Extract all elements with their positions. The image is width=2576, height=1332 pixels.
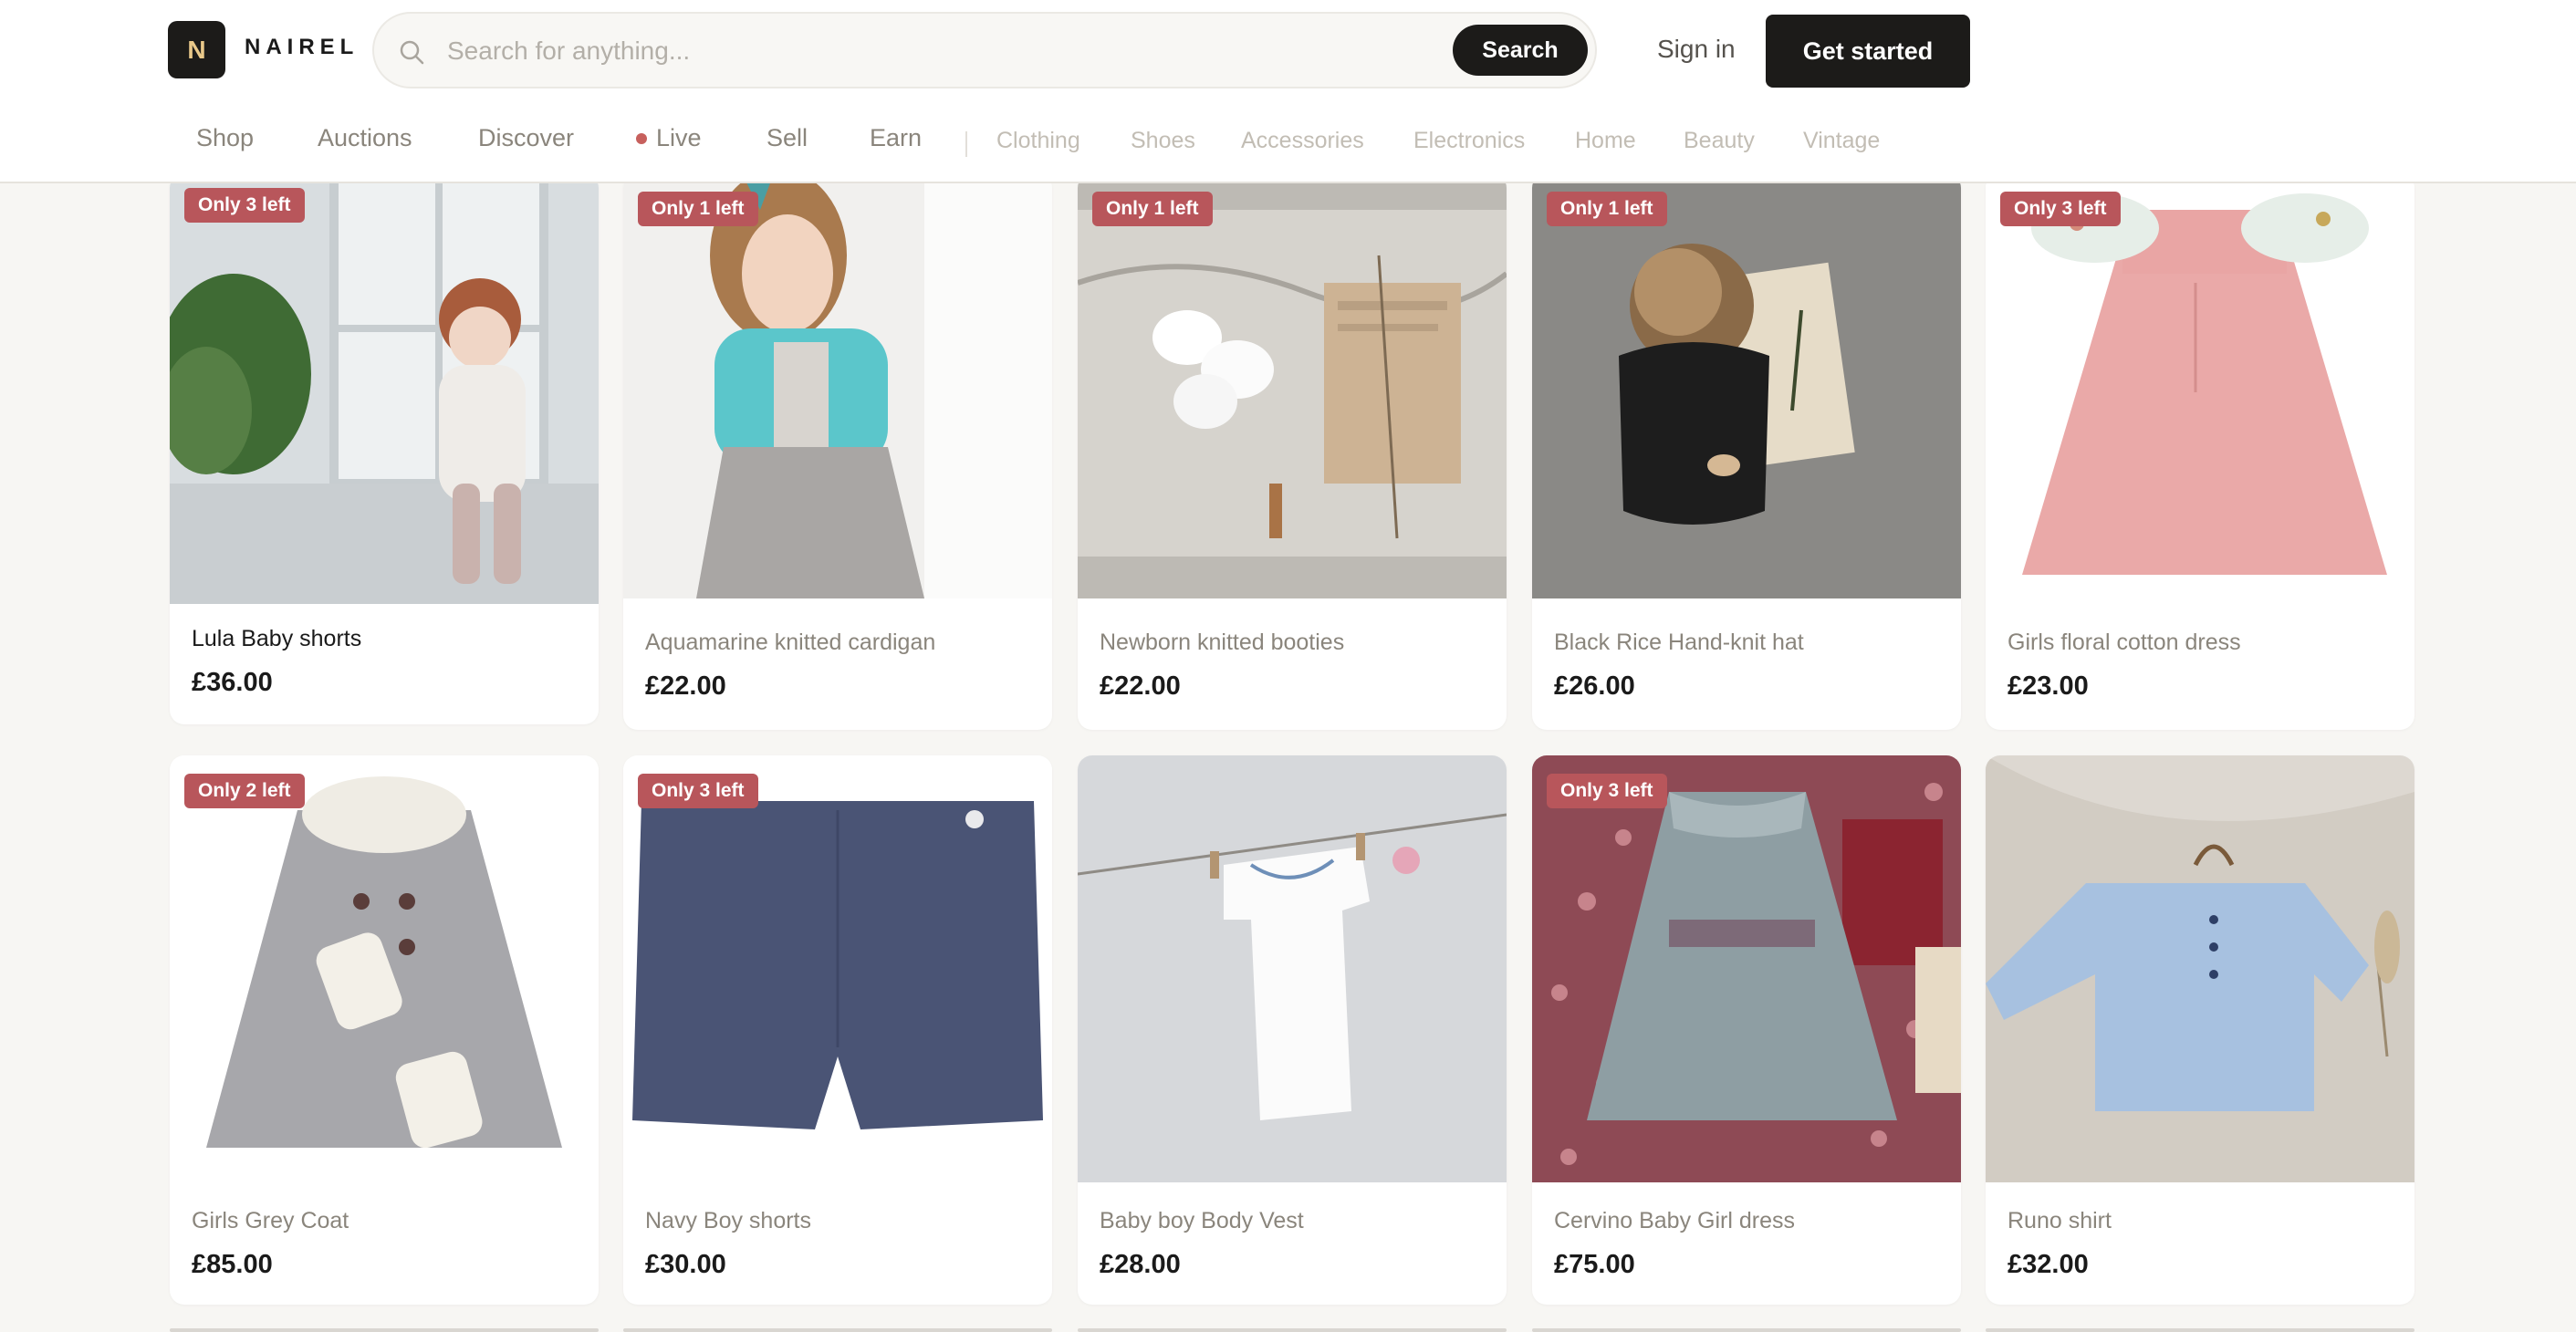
product-grid: Only 3 left Lula Baby shorts £36.00 Only… — [0, 0, 2576, 1332]
product-title[interactable]: Navy Boy shorts — [645, 1208, 811, 1234]
search-button[interactable]: Search — [1453, 25, 1588, 76]
product-image[interactable] — [1532, 173, 1961, 598]
sign-in-link[interactable]: Sign in — [1657, 35, 1736, 64]
category-shoes[interactable]: Shoes — [1131, 128, 1195, 154]
product-image[interactable] — [1078, 173, 1507, 598]
category-home[interactable]: Home — [1575, 128, 1636, 154]
product-image[interactable] — [170, 755, 599, 1182]
product-card[interactable]: Only 3 left Navy Boy shorts £30.00 — [623, 755, 1052, 1305]
product-price: £28.00 — [1100, 1250, 1181, 1279]
stock-badge: Only 3 left — [1547, 774, 1667, 808]
product-title[interactable]: Baby boy Body Vest — [1100, 1208, 1304, 1234]
product-price: £22.00 — [1100, 671, 1181, 701]
product-image[interactable] — [1986, 173, 2414, 598]
product-title[interactable]: Girls Grey Coat — [192, 1208, 349, 1234]
nav-item-label: Auctions — [318, 124, 412, 151]
get-started-button[interactable]: Get started — [1766, 15, 1970, 88]
product-card[interactable]: Only 3 left Girls floral cotton dress £2… — [1986, 173, 2414, 730]
nav-item-earn[interactable]: Earn — [870, 124, 922, 152]
nav-item-label: Live — [656, 124, 702, 151]
product-card[interactable]: Only 2 left Girls Grey Coat £85.00 — [170, 755, 599, 1305]
stock-badge: Only 3 left — [2000, 192, 2121, 226]
site-header: N NAIREL Search Sign in Get started Shop… — [0, 0, 2576, 183]
product-price: £30.00 — [645, 1250, 726, 1279]
next-row-card-edge — [1986, 1328, 2414, 1332]
product-title[interactable]: Aquamarine knitted cardigan — [645, 630, 935, 656]
product-card[interactable]: Only 3 left Cervino Baby Girl dress £75.… — [1532, 755, 1961, 1305]
nav-item-label: Sell — [767, 124, 808, 151]
product-price: £23.00 — [2008, 671, 2089, 701]
stock-badge: Only 2 left — [184, 774, 305, 808]
category-clothing[interactable]: Clothing — [996, 128, 1080, 154]
product-price: £75.00 — [1554, 1250, 1635, 1279]
nav-item-label: Discover — [478, 124, 575, 151]
product-price: £26.00 — [1554, 671, 1635, 701]
live-dot-icon — [636, 132, 647, 144]
nav-item-sell[interactable]: Sell — [767, 124, 808, 152]
search-input[interactable] — [447, 26, 1360, 76]
product-image[interactable] — [1986, 755, 2414, 1182]
top-bar: N NAIREL Search Sign in Get started — [0, 0, 2576, 102]
next-row-card-edge — [623, 1328, 1052, 1332]
product-image[interactable] — [623, 755, 1052, 1182]
nav-item-shop[interactable]: Shop — [196, 124, 254, 152]
product-card[interactable]: Baby boy Body Vest £28.00 — [1078, 755, 1507, 1305]
main-nav: Shop Auctions Discover Live Sell Earn Cl… — [0, 124, 2576, 170]
stock-badge: Only 3 left — [638, 774, 758, 808]
product-title[interactable]: Black Rice Hand-knit hat — [1554, 630, 1804, 656]
product-price: £36.00 — [192, 668, 273, 697]
stock-badge: Only 3 left — [184, 188, 305, 223]
product-image[interactable] — [1078, 755, 1507, 1182]
stock-badge: Only 1 left — [1547, 192, 1667, 226]
nav-item-label: Shop — [196, 124, 255, 151]
nav-item-auctions[interactable]: Auctions — [318, 124, 412, 152]
stock-badge: Only 1 left — [1092, 192, 1213, 226]
category-accessories[interactable]: Accessories — [1241, 128, 1364, 154]
product-card[interactable]: Only 1 left Newborn knitted booties £22.… — [1078, 173, 1507, 730]
nav-item-label: Earn — [870, 124, 923, 151]
stock-badge: Only 1 left — [638, 192, 758, 226]
product-image[interactable] — [1532, 755, 1961, 1182]
product-card[interactable]: Runo shirt £32.00 — [1986, 755, 2414, 1305]
brand-name[interactable]: NAIREL — [245, 35, 359, 60]
product-title[interactable]: Cervino Baby Girl dress — [1554, 1208, 1795, 1234]
next-row-card-edge — [1078, 1328, 1507, 1332]
search-icon — [400, 40, 424, 65]
product-title[interactable]: Lula Baby shorts — [192, 626, 361, 652]
product-price: £22.00 — [645, 671, 726, 701]
product-title[interactable]: Newborn knitted booties — [1100, 630, 1344, 656]
category-beauty[interactable]: Beauty — [1684, 128, 1755, 154]
category-vintage[interactable]: Vintage — [1803, 128, 1880, 154]
category-electronics[interactable]: Electronics — [1413, 128, 1525, 154]
product-title[interactable]: Girls floral cotton dress — [2008, 630, 2241, 656]
product-price: £32.00 — [2008, 1250, 2089, 1279]
logo[interactable]: N — [168, 21, 225, 78]
nav-item-live[interactable]: Live — [636, 124, 702, 152]
product-card[interactable]: Only 1 left Aquamarine knitted cardigan … — [623, 173, 1052, 730]
product-price: £85.00 — [192, 1250, 273, 1279]
nav-divider — [965, 131, 967, 157]
product-card[interactable]: Only 3 left Lula Baby shorts £36.00 — [170, 173, 599, 724]
nav-item-discover[interactable]: Discover — [478, 124, 574, 152]
next-row-card-edge — [1532, 1328, 1961, 1332]
product-card[interactable]: Only 1 left Black Rice Hand-knit hat £26… — [1532, 173, 1961, 730]
product-title[interactable]: Runo shirt — [2008, 1208, 2112, 1234]
product-image[interactable] — [170, 173, 599, 604]
product-image[interactable] — [623, 173, 1052, 598]
next-row-card-edge — [170, 1328, 599, 1332]
search-bar: Search — [372, 12, 1597, 88]
